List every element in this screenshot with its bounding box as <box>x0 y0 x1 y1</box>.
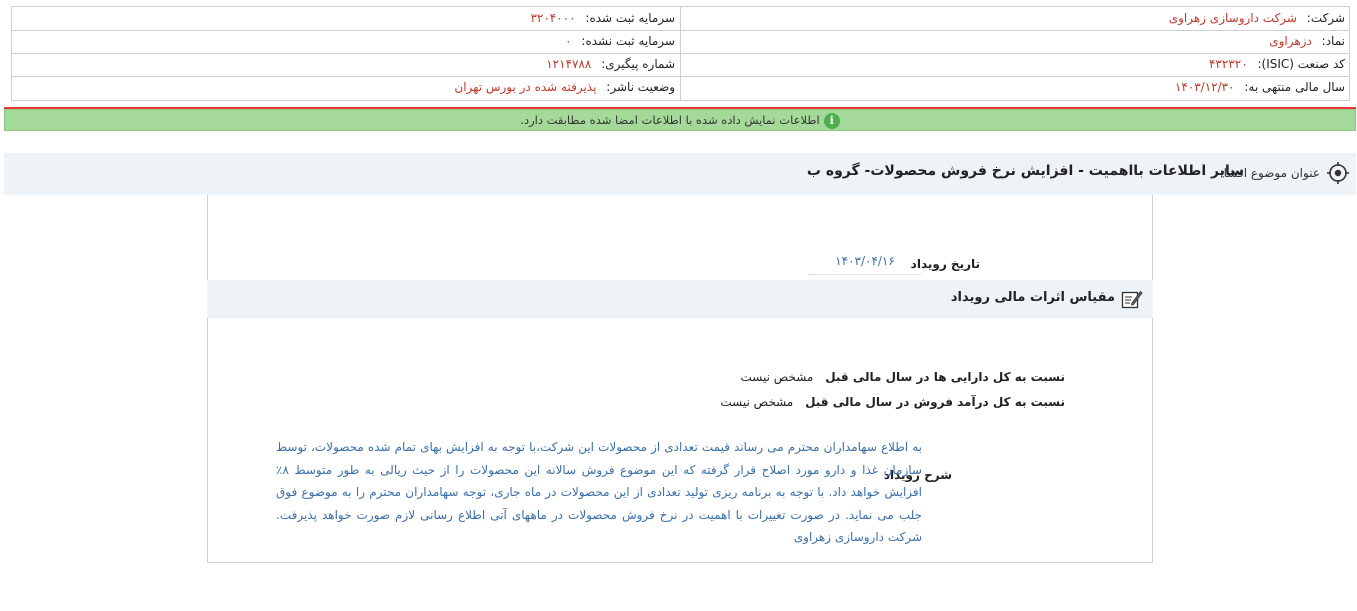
symbol-cell: نماد: دزهراوی <box>1269 30 1345 53</box>
signature-notice-text: اطلاعات نمایش داده شده با اطلاعات امضا ش… <box>520 113 820 127</box>
registered-capital-value: ۳۲۰۴۰۰۰ <box>530 11 576 25</box>
disclosure-title-bar: عنوان موضوع افشا: سایر اطلاعات بااهمیت -… <box>4 153 1356 195</box>
financial-effects-header: مقیاس اثرات مالی رویداد <box>207 280 1153 318</box>
disclosure-title: سایر اطلاعات بااهمیت - افزایش نرخ فروش م… <box>806 163 1244 179</box>
info-icon: i <box>823 112 840 129</box>
metric-row: نسبت به کل درآمد فروش در سال مالی قبل مش… <box>720 395 1065 409</box>
description-text: به اطلاع سهامداران محترم می رساند قیمت ت… <box>276 440 922 544</box>
fiscal-year-value: ۱۴۰۳/۱۲/۳۰ <box>1174 80 1235 94</box>
unregistered-capital-cell: سرمایه ثبت نشده: ۰ <box>565 30 675 53</box>
unregistered-capital-label: سرمایه ثبت نشده: <box>581 34 675 48</box>
isic-cell: کد صنعت (ISIC): ۴۳۲۳۲۰ <box>1209 53 1345 76</box>
target-icon <box>1327 162 1349 184</box>
symbol-label: نماد: <box>1321 34 1345 48</box>
registered-capital-cell: سرمایه ثبت شده: ۳۲۰۴۰۰۰ <box>530 7 675 30</box>
metric-revenue-value: مشخص نیست <box>720 395 794 409</box>
company-value[interactable]: شرکت داروسازی زهراوی <box>1169 11 1297 25</box>
metric-assets-label: نسبت به کل دارایی ها در سال مالی قبل <box>825 370 1065 384</box>
metric-revenue-label: نسبت به کل درآمد فروش در سال مالی قبل <box>805 395 1065 409</box>
symbol-value[interactable]: دزهراوی <box>1269 34 1312 48</box>
publisher-status-cell: وضعیت ناشر: پذیرفته شده در بورس تهران <box>454 76 675 99</box>
isic-label: کد صنعت (ISIC): <box>1257 57 1345 71</box>
company-cell: شرکت: شرکت داروسازی زهراوی <box>1169 7 1345 30</box>
signature-notice: iاطلاعات نمایش داده شده با اطلاعات امضا … <box>4 109 1356 131</box>
metric-assets-value: مشخص نیست <box>740 370 814 384</box>
fiscal-year-cell: سال مالی منتهی به: ۱۴۰۳/۱۲/۳۰ <box>1175 76 1345 99</box>
tracking-label: شماره پیگیری: <box>601 57 675 71</box>
publisher-status-label: وضعیت ناشر: <box>606 80 675 94</box>
info-row-isic: کد صنعت (ISIC): ۴۳۲۳۲۰ شماره پیگیری: ۱۲۱… <box>12 53 1349 77</box>
info-row-company: شرکت: شرکت داروسازی زهراوی سرمایه ثبت شد… <box>12 7 1349 31</box>
tracking-value: ۱۲۱۴۷۸۸ <box>546 57 592 71</box>
metric-row: نسبت به کل دارایی ها در سال مالی قبل مشخ… <box>741 370 1065 384</box>
unregistered-capital-value: ۰ <box>565 34 572 48</box>
publisher-status-value: پذیرفته شده در بورس تهران <box>454 80 597 94</box>
tracking-cell: شماره پیگیری: ۱۲۱۴۷۸۸ <box>546 53 675 76</box>
event-date-value: ۱۴۰۳/۰۴/۱۶ <box>808 250 922 275</box>
info-row-fiscal: سال مالی منتهی به: ۱۴۰۳/۱۲/۳۰ وضعیت ناشر… <box>12 76 1349 100</box>
info-row-symbol: نماد: دزهراوی سرمایه ثبت نشده: ۰ <box>12 30 1349 54</box>
company-label: شرکت: <box>1306 11 1345 25</box>
financial-effects-heading: مقیاس اثرات مالی رویداد <box>950 290 1115 305</box>
isic-value: ۴۳۲۳۲۰ <box>1208 57 1248 71</box>
registered-capital-label: سرمایه ثبت شده: <box>585 11 675 25</box>
edit-note-icon <box>1121 290 1143 309</box>
company-info-table: شرکت: شرکت داروسازی زهراوی سرمایه ثبت شد… <box>11 6 1350 101</box>
fiscal-year-label: سال مالی منتهی به: <box>1244 80 1345 94</box>
